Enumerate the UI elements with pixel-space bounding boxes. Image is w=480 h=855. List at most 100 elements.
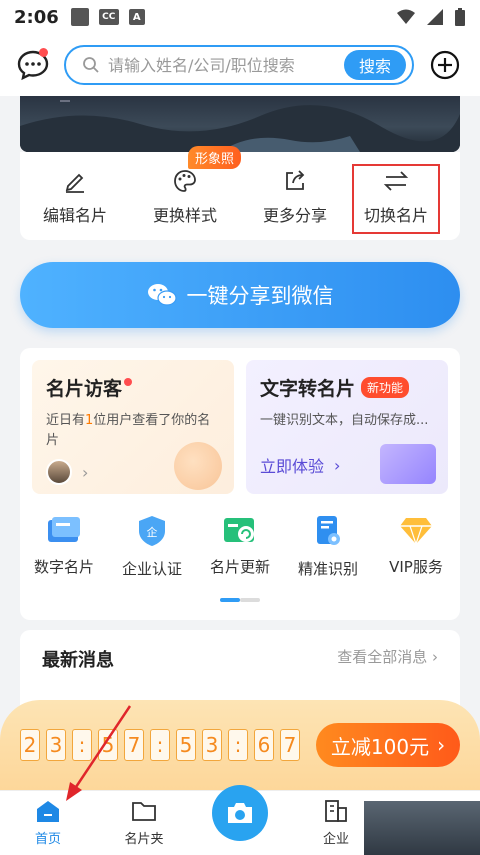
camera-scan-button[interactable]: [212, 785, 268, 841]
home-icon: [37, 801, 59, 822]
precise-recognition-item[interactable]: 精准识别: [284, 514, 372, 579]
switch-arrows-icon: [383, 171, 409, 191]
chevron-right-icon: ›: [437, 733, 446, 757]
notification-square-icon: [70, 8, 89, 26]
countdown-banner: 2 3 : 5 7 : 5 3 : 6 7 立减100元 ›: [0, 700, 480, 790]
enterprise-verify-label: 企业认证: [121, 560, 182, 578]
palette-icon: [174, 170, 196, 192]
top-bar: 搜索: [0, 34, 480, 96]
countdown-digits: 2 3 : 5 7 : 5 3 : 6 7: [20, 729, 300, 761]
digital-card-icon: [48, 517, 80, 542]
countdown-digit: 7: [280, 729, 300, 761]
building-icon: [325, 800, 347, 822]
countdown-digit: 3: [46, 729, 66, 761]
signal-icon: [427, 9, 443, 25]
landscape-image: [20, 100, 460, 152]
change-style-label: 更换样式: [152, 206, 217, 225]
wifi-icon: [397, 9, 415, 24]
a-icon: A: [128, 9, 145, 25]
tab-card-folder[interactable]: 名片夹: [96, 791, 192, 855]
page-indicator: [220, 598, 260, 602]
search-input[interactable]: [108, 55, 344, 75]
tab-home-label: 首页: [34, 832, 61, 847]
view-all-news-link[interactable]: 查看全部消息 ›: [337, 646, 438, 694]
countdown-digit: 5: [98, 729, 118, 761]
edit-icon: [65, 173, 84, 193]
change-style-button[interactable]: 形象照 更换样式: [130, 146, 242, 240]
search-icon: [83, 57, 99, 73]
decorative-card-graphic: [380, 444, 436, 484]
svg-text:企: 企: [147, 525, 158, 539]
visitor-avatar: [46, 459, 72, 485]
latest-news-section: 最新消息 查看全部消息 ›: [20, 630, 460, 710]
card-update-item[interactable]: 名片更新: [196, 514, 284, 579]
status-time: 2:06: [14, 6, 59, 28]
text-to-card-desc: 一键识别文本，自动保存成...: [260, 413, 429, 428]
page-dot-active: [220, 598, 240, 602]
chevron-right-icon: ›: [334, 455, 341, 475]
countdown-digit: 7: [124, 729, 144, 761]
countdown-separator: :: [72, 729, 92, 761]
feature-panel: 名片访客 近日有1位用户查看了你的名片 › 文字转名片 新功能 一键识别文本，自…: [20, 348, 460, 620]
discount-button-label: 立减100元: [330, 734, 430, 759]
floating-video-thumbnail[interactable]: [364, 801, 480, 855]
unread-dot: [39, 48, 48, 57]
countdown-digit: 3: [202, 729, 222, 761]
visitors-dot: [124, 377, 133, 386]
wechat-icon: [147, 284, 177, 306]
text-to-card-title-row: 文字转名片 新功能: [260, 374, 434, 401]
camera-icon: [228, 803, 252, 823]
switch-card-button[interactable]: 切换名片: [352, 164, 440, 234]
share-to-wechat-label: 一键分享到微信: [186, 284, 334, 308]
visitors-title-row: 名片访客: [46, 374, 220, 401]
message-button[interactable]: [16, 48, 50, 82]
folder-icon: [132, 802, 156, 821]
status-bar: 2:06 CC A: [0, 0, 480, 34]
new-feature-badge: 新功能: [361, 377, 410, 398]
tab-card-folder-label: 名片夹: [124, 832, 164, 847]
edit-card-label: 编辑名片: [42, 206, 107, 225]
digital-card-label: 数字名片: [33, 558, 94, 576]
battery-icon: [455, 8, 465, 26]
tab-enterprise-label: 企业: [322, 832, 349, 847]
add-button[interactable]: [430, 50, 460, 80]
view-all-news-label: 查看全部消息: [337, 648, 428, 666]
card-actions: 编辑名片 形象照 更换样式 更多分享 切换名片: [20, 146, 460, 240]
countdown-digit: 2: [20, 729, 40, 761]
card-update-label: 名片更新: [209, 558, 270, 576]
text-to-card-promo[interactable]: 文字转名片 新功能 一键识别文本，自动保存成... 立即体验 ›: [246, 360, 448, 494]
discount-button[interactable]: 立减100元 ›: [316, 723, 460, 767]
feature-icons-row: 数字名片 企 企业认证 名片更新 精准识别 VIP服务: [20, 514, 460, 579]
tab-home[interactable]: 首页: [0, 791, 96, 855]
more-share-button[interactable]: 更多分享: [240, 152, 350, 240]
visitors-title: 名片访客: [46, 378, 123, 400]
portrait-badge: 形象照: [188, 146, 242, 169]
caption-icon: CC: [98, 9, 119, 25]
countdown-separator: :: [228, 729, 248, 761]
visitors-desc-prefix: 近日有: [46, 413, 86, 428]
scan-doc-icon: [317, 516, 340, 545]
try-now-label: 立即体验: [260, 457, 325, 476]
more-share-label: 更多分享: [262, 206, 327, 225]
share-to-wechat-button[interactable]: 一键分享到微信: [20, 262, 460, 328]
card-visitors-promo[interactable]: 名片访客 近日有1位用户查看了你的名片 ›: [32, 360, 234, 494]
search-box[interactable]: 搜索: [64, 45, 414, 85]
digital-card-item[interactable]: 数字名片: [20, 514, 108, 579]
precise-recognition-label: 精准识别: [297, 560, 358, 578]
enterprise-verify-item[interactable]: 企 企业认证: [108, 514, 196, 579]
countdown-separator: :: [150, 729, 170, 761]
search-button[interactable]: 搜索: [344, 50, 406, 80]
switch-card-label: 切换名片: [363, 206, 428, 225]
chevron-right-icon: ›: [82, 462, 89, 482]
share-icon: [286, 170, 305, 190]
edit-card-button[interactable]: 编辑名片: [20, 152, 130, 240]
chevron-right-icon: ›: [432, 648, 438, 666]
vip-service-item[interactable]: VIP服务: [372, 514, 460, 579]
refresh-card-icon: [224, 518, 254, 542]
vip-service-label: VIP服务: [389, 558, 443, 576]
card-banner-image: [20, 96, 460, 152]
news-title: 最新消息: [42, 650, 114, 671]
text-to-card-title: 文字转名片: [260, 378, 356, 400]
plus-circle-icon: [430, 50, 460, 80]
countdown-digit: 5: [176, 729, 196, 761]
